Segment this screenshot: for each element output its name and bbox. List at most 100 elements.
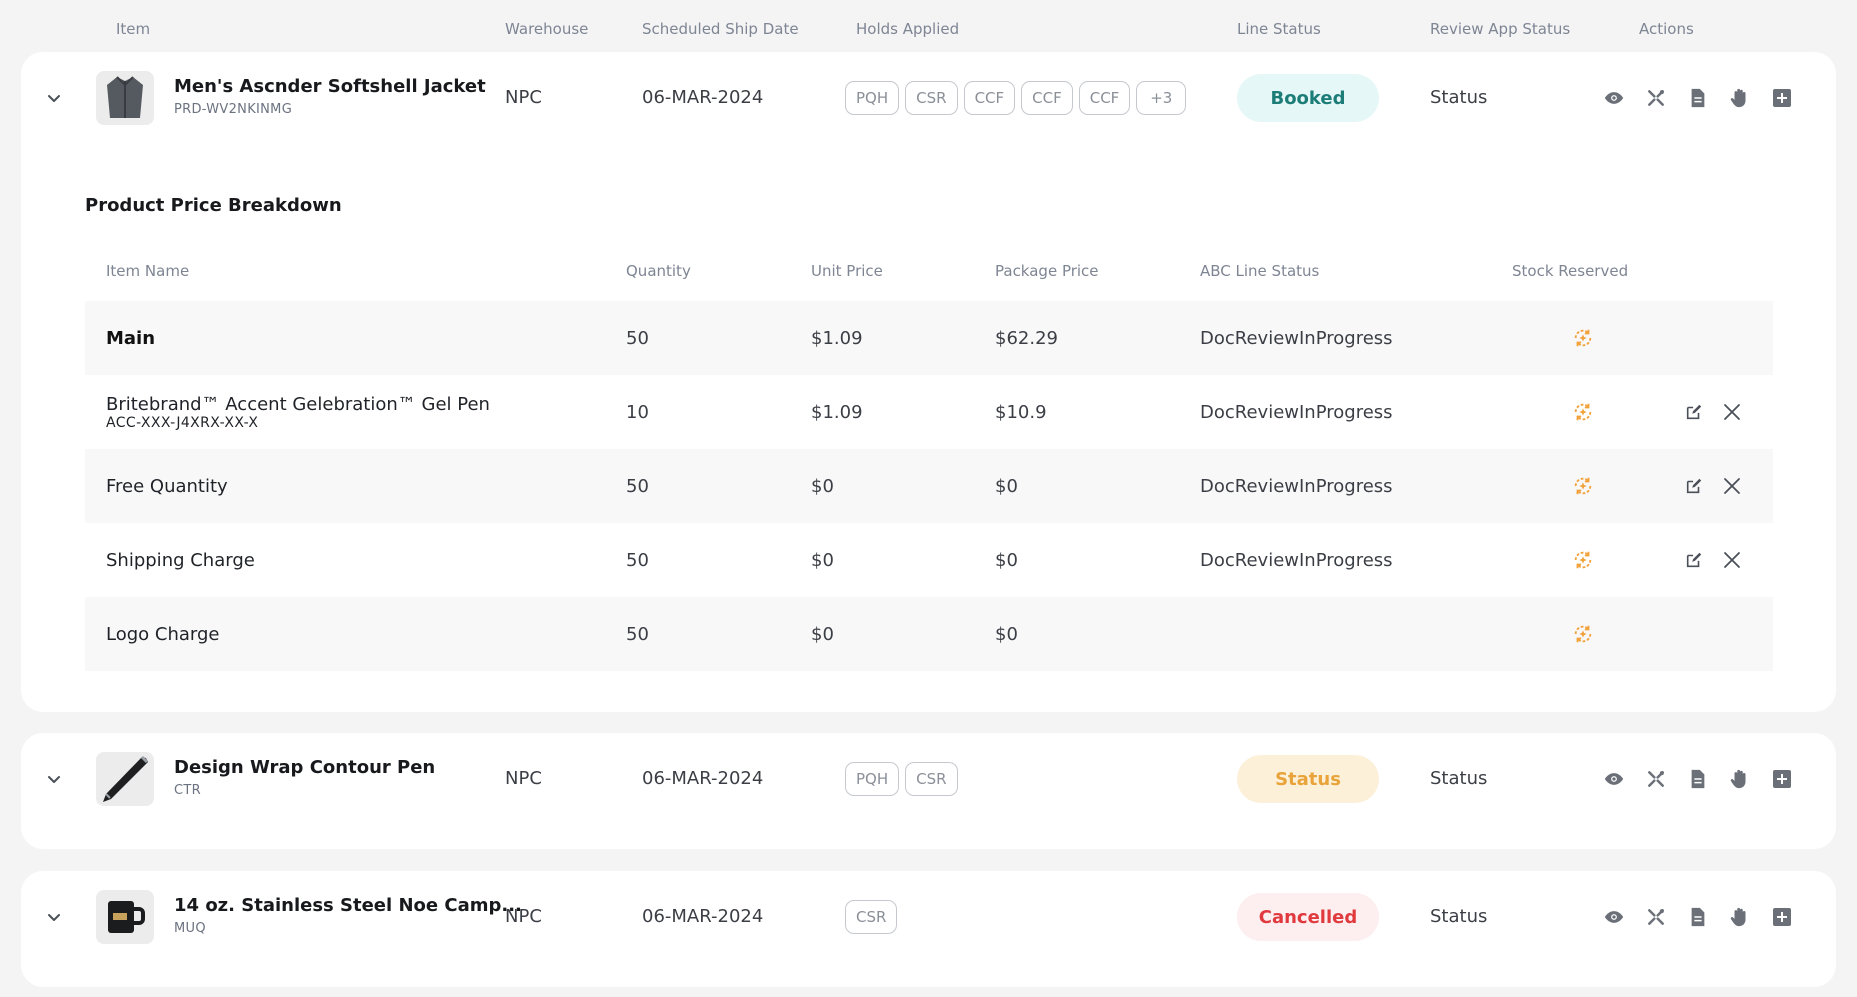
hold-chip[interactable]: CCF [963, 81, 1016, 115]
breakdown-quantity: 50 [626, 549, 649, 571]
hold-chip[interactable]: CCF [1078, 81, 1131, 115]
hold-hand-icon[interactable] [1729, 768, 1751, 790]
warehouse-value: NPC [505, 906, 542, 927]
hold-hand-icon[interactable] [1729, 87, 1751, 109]
breakdown-item-cell: Logo Charge [106, 597, 219, 671]
breakdown-unit-price: $1.09 [811, 401, 863, 423]
breakdown-header-item-name: Item Name [106, 262, 190, 280]
expand-chevron-icon[interactable] [44, 88, 64, 108]
holds-list: PQH CSR CCF CCF CCF +3 [845, 81, 1187, 115]
ship-date-value: 06-MAR-2024 [642, 906, 764, 927]
edit-icon[interactable] [1683, 475, 1705, 497]
breakdown-row: Britebrand™ Accent Gelebration™ Gel Pen A… [85, 375, 1773, 449]
row-actions [1603, 906, 1793, 928]
tools-icon[interactable] [1645, 906, 1667, 928]
view-eye-icon[interactable] [1603, 906, 1625, 928]
hold-chip[interactable]: CSR [845, 900, 898, 934]
column-header-review-status: Review App Status [1430, 20, 1571, 38]
hold-chip[interactable]: CSR [905, 81, 958, 115]
breakdown-header-abc-status: ABC Line Status [1200, 262, 1320, 280]
stock-reserved-icon [1572, 549, 1594, 571]
breakdown-item-name: Free Quantity [106, 475, 228, 497]
breakdown-row: Logo Charge 50 $0 $0 [85, 597, 1773, 671]
hold-chip[interactable]: CCF [1021, 81, 1073, 115]
breakdown-row: Main 50 $1.09 $62.29 DocReviewInProgress [85, 301, 1773, 375]
review-status-value: Status [1430, 768, 1488, 789]
product-name[interactable]: Men's Ascnder Softshell Jacket [174, 76, 486, 97]
order-card: Men's Ascnder Softshell Jacket PRD-WV2NKI… [21, 52, 1836, 712]
row-actions [1603, 768, 1793, 790]
breakdown-item-name: Shipping Charge [106, 549, 255, 571]
product-sku: CTR [174, 783, 201, 798]
document-icon[interactable] [1687, 768, 1709, 790]
product-sku: MUQ [174, 921, 206, 936]
breakdown-header-stock-reserved: Stock Reserved [1512, 262, 1629, 280]
edit-icon[interactable] [1683, 549, 1705, 571]
breakdown-abc-status: DocReviewInProgress [1200, 401, 1393, 423]
product-sku: PRD-WV2NKINMG [174, 102, 293, 117]
product-name[interactable]: 14 oz. Stainless Steel Noe Camp... [174, 895, 522, 916]
breakdown-package-price: $62.29 [995, 327, 1058, 349]
order-card: Design Wrap Contour Pen CTR NPC 06-MAR-2024… [21, 733, 1836, 849]
expand-chevron-icon[interactable] [44, 907, 64, 927]
tools-icon[interactable] [1645, 768, 1667, 790]
breakdown-unit-price: $0 [811, 549, 834, 571]
breakdown-item-name: Logo Charge [106, 623, 220, 645]
hold-chip[interactable]: PQH [845, 81, 900, 115]
breakdown-row: Shipping Charge 50 $0 $0 DocReviewInProgress [85, 523, 1773, 597]
hold-hand-icon[interactable] [1729, 906, 1751, 928]
breakdown-abc-status: DocReviewInProgress [1200, 475, 1393, 497]
row-actions [1603, 87, 1793, 109]
breakdown-package-price: $0 [995, 549, 1018, 571]
stock-reserved-icon [1572, 475, 1594, 497]
breakdown-package-price: $0 [995, 475, 1018, 497]
breakdown-item-cell: Main [106, 301, 155, 375]
tools-icon[interactable] [1645, 87, 1667, 109]
expand-chevron-icon[interactable] [44, 769, 64, 789]
hold-chip[interactable]: PQH [845, 762, 900, 796]
breakdown-unit-price: $0 [811, 475, 834, 497]
breakdown-item-sku: ACC-XXX-J4XRX-XX-X [106, 414, 259, 431]
ship-date-value: 06-MAR-2024 [642, 87, 764, 108]
view-eye-icon[interactable] [1603, 87, 1625, 109]
breakdown-quantity: 50 [626, 327, 649, 349]
breakdown-abc-status: DocReviewInProgress [1200, 327, 1393, 349]
close-icon[interactable] [1721, 401, 1743, 423]
holds-list: PQH CSR [845, 762, 958, 796]
stock-reserved-icon [1572, 623, 1594, 645]
close-icon[interactable] [1721, 549, 1743, 571]
warehouse-value: NPC [505, 87, 542, 108]
breakdown-package-price: $0 [995, 623, 1018, 645]
edit-icon[interactable] [1683, 401, 1705, 423]
line-status-badge: Status [1237, 755, 1379, 803]
warehouse-value: NPC [505, 768, 542, 789]
breakdown-package-price: $10.9 [995, 401, 1047, 423]
hold-chip[interactable]: CSR [905, 762, 958, 796]
breakdown-item-name: Main [106, 327, 156, 349]
add-plus-icon[interactable] [1771, 87, 1793, 109]
breakdown-header-unit-price: Unit Price [811, 262, 883, 280]
add-plus-icon[interactable] [1771, 906, 1793, 928]
breakdown-item-cell: Free Quantity [106, 449, 228, 523]
add-plus-icon[interactable] [1771, 768, 1793, 790]
column-header-warehouse: Warehouse [505, 20, 589, 38]
review-status-value: Status [1430, 906, 1488, 927]
document-icon[interactable] [1687, 906, 1709, 928]
review-status-value: Status [1430, 87, 1488, 108]
breakdown-abc-status: DocReviewInProgress [1200, 549, 1393, 571]
ship-date-value: 06-MAR-2024 [642, 768, 764, 789]
stock-reserved-icon [1572, 401, 1594, 423]
view-eye-icon[interactable] [1603, 768, 1625, 790]
document-icon[interactable] [1687, 87, 1709, 109]
column-header-item: Item [116, 20, 151, 38]
close-icon[interactable] [1721, 475, 1743, 497]
column-header-ship-date: Scheduled Ship Date [642, 20, 799, 38]
hold-chip[interactable]: +3 [1136, 81, 1187, 115]
breakdown-quantity: 10 [626, 401, 649, 423]
product-name[interactable]: Design Wrap Contour Pen [174, 757, 435, 778]
breakdown-quantity: 50 [626, 475, 649, 497]
column-header-actions: Actions [1639, 20, 1694, 38]
breakdown-table: Main 50 $1.09 $62.29 DocReviewInProgress Brit… [85, 301, 1773, 671]
breakdown-row: Free Quantity 50 $0 $0 DocReviewInProgress [85, 449, 1773, 523]
product-thumbnail [96, 71, 154, 125]
